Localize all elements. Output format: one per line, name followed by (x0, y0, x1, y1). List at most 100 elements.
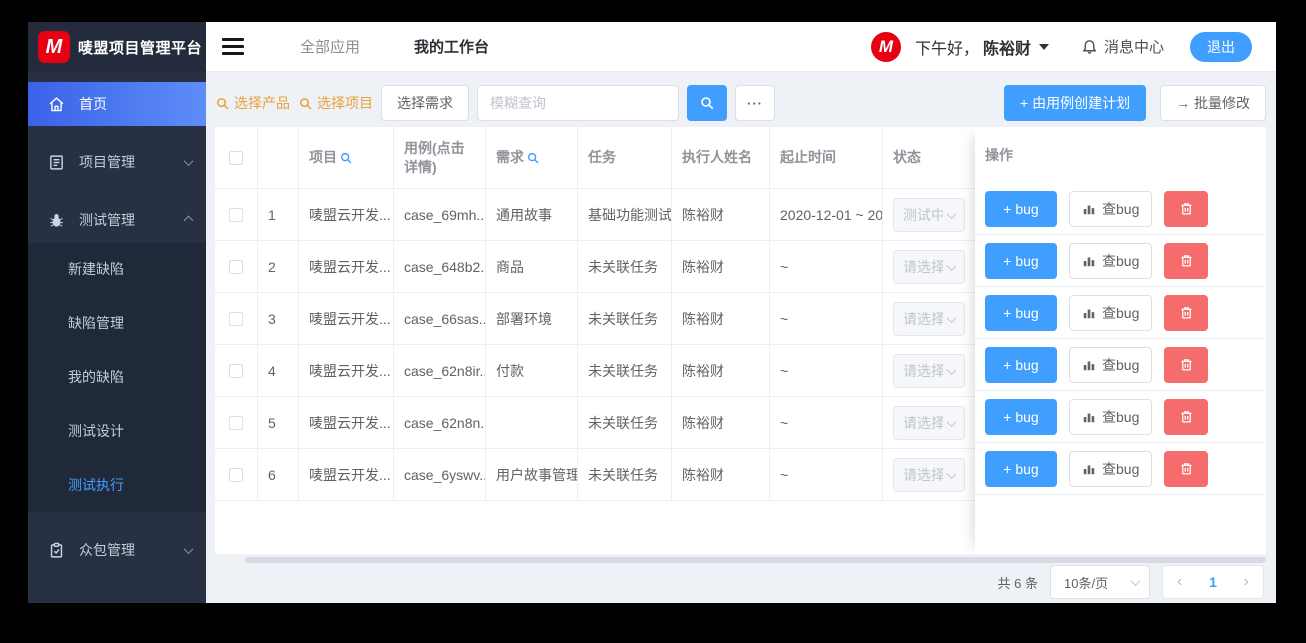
status-select[interactable]: 请选择 (893, 405, 965, 440)
total-count-label: 共 6 条 (997, 575, 1038, 591)
sidebar-item-home[interactable]: 首页 (28, 82, 206, 126)
row-checkbox[interactable] (229, 467, 243, 482)
next-page-button[interactable]: › (1244, 574, 1249, 590)
pager: ‹ 1 › (1162, 565, 1264, 599)
clipboard-check-icon (50, 542, 63, 558)
sidebar-item-crowdsourcing[interactable]: 众包管理 (28, 528, 206, 572)
username: 陈裕财 (982, 40, 1031, 58)
view-bug-button[interactable]: 查bug (1069, 450, 1153, 487)
add-bug-button[interactable]: + bug (985, 190, 1057, 227)
search-button[interactable] (687, 85, 727, 121)
row-checkbox[interactable] (229, 363, 243, 378)
add-bug-button[interactable]: + bug (985, 450, 1057, 487)
cell-case-link[interactable]: case_6yswv... (394, 449, 486, 500)
cell-case-link[interactable]: case_66sas... (394, 293, 486, 344)
view-bug-button[interactable]: 查bug (1069, 190, 1153, 227)
add-bug-button[interactable]: + bug (985, 398, 1057, 435)
requirement-search-icon[interactable] (526, 151, 540, 165)
sidebar-subitem-test-execution[interactable]: 测试执行 (28, 458, 206, 512)
delete-button[interactable] (1164, 346, 1209, 383)
create-plan-button[interactable]: + 由用例创建计划 (1004, 85, 1147, 121)
hamburger-menu-icon[interactable] (222, 38, 244, 55)
select-requirement-button[interactable]: 选择需求 (381, 85, 469, 121)
col-operations: 操作 (985, 147, 1013, 163)
add-bug-button[interactable]: + bug (985, 242, 1057, 279)
select-product-link[interactable]: 选择产品 (215, 93, 290, 113)
bar-chart-icon (1083, 309, 1095, 318)
sidebar-item-project-mgmt[interactable]: 项目管理 (28, 140, 206, 184)
chevron-up-icon (183, 215, 194, 225)
sidebar-subitem-my-defects[interactable]: 我的缺陷 (28, 350, 206, 404)
cell-index: 5 (258, 397, 299, 448)
delete-button[interactable] (1164, 450, 1209, 487)
search-input[interactable] (477, 85, 679, 121)
cell-time: ~ (770, 293, 883, 344)
status-select[interactable]: 请选择 (893, 249, 965, 284)
batch-edit-button[interactable]: → 批量修改 (1160, 85, 1266, 121)
trash-icon (1181, 411, 1192, 423)
sidebar-subitem-defect-mgmt[interactable]: 缺陷管理 (28, 296, 206, 350)
cell-case-link[interactable]: case_62n8ir... (394, 345, 486, 396)
add-bug-button[interactable]: + bug (985, 294, 1057, 331)
view-bug-label: 查bug (1102, 304, 1140, 321)
add-bug-button[interactable]: + bug (985, 346, 1057, 383)
main-area: 全部应用 我的工作台 M 下午好， 陈裕财 消息中心 退出 选择产品 选择项目 … (206, 22, 1276, 603)
bar-chart-icon (1083, 413, 1095, 422)
select-project-link[interactable]: 选择项目 (298, 93, 373, 113)
status-select[interactable]: 请选择 (893, 353, 965, 388)
cell-case-link[interactable]: case_648b2... (394, 241, 486, 292)
row-checkbox[interactable] (229, 207, 243, 222)
chevron-down-icon (946, 260, 957, 271)
view-bug-button[interactable]: 查bug (1069, 294, 1153, 331)
cell-task: 未关联任务 (578, 449, 672, 500)
select-all-checkbox[interactable] (229, 150, 243, 165)
cell-time: 2020-12-01 ~ 20 (770, 189, 883, 240)
view-bug-button[interactable]: 查bug (1069, 398, 1153, 435)
trash-icon (1181, 359, 1192, 371)
subitem-label: 我的缺陷 (68, 369, 124, 385)
sidebar-subitem-new-defect[interactable]: 新建缺陷 (28, 242, 206, 296)
status-select[interactable]: 测试中 (893, 197, 965, 232)
cell-task: 未关联任务 (578, 397, 672, 448)
view-bug-label: 查bug (1102, 252, 1140, 269)
project-search-icon[interactable] (339, 151, 353, 165)
cell-case-link[interactable]: case_69mh... (394, 189, 486, 240)
user-avatar[interactable]: M (870, 31, 901, 62)
row-checkbox[interactable] (229, 415, 243, 430)
delete-button[interactable] (1164, 242, 1209, 279)
scrollbar-thumb[interactable] (245, 557, 1266, 563)
user-greeting[interactable]: 下午好， 陈裕财 (915, 35, 1049, 59)
operations-row: + bug 查bug (975, 235, 1266, 287)
view-bug-label: 查bug (1102, 408, 1140, 425)
cell-case-link[interactable]: case_62n8n... (394, 397, 486, 448)
prev-page-button[interactable]: ‹ (1177, 574, 1182, 590)
more-filters-button[interactable]: ··· (735, 85, 775, 121)
tab-all-apps[interactable]: 全部应用 (300, 36, 360, 57)
cell-task: 未关联任务 (578, 293, 672, 344)
sidebar-item-label: 众包管理 (79, 542, 135, 558)
status-select[interactable]: 请选择 (893, 301, 965, 336)
logout-button[interactable]: 退出 (1190, 31, 1252, 62)
tab-my-workbench[interactable]: 我的工作台 (414, 36, 489, 57)
current-page-button[interactable]: 1 (1209, 574, 1217, 590)
sidebar-subitem-test-design[interactable]: 测试设计 (28, 404, 206, 458)
cell-task: 基础功能测试 (578, 189, 672, 240)
delete-button[interactable] (1164, 398, 1209, 435)
row-checkbox[interactable] (229, 259, 243, 274)
delete-button[interactable] (1164, 294, 1209, 331)
cell-project: 唛盟云开发... (299, 397, 394, 448)
status-select[interactable]: 请选择 (893, 457, 965, 492)
ellipsis-icon: ··· (747, 95, 763, 111)
app-logo-icon: M (38, 31, 70, 63)
delete-button[interactable] (1164, 190, 1209, 227)
view-bug-button[interactable]: 查bug (1069, 242, 1153, 279)
sidebar-item-test-mgmt[interactable]: 测试管理 (28, 198, 206, 242)
cell-time: ~ (770, 397, 883, 448)
view-bug-button[interactable]: 查bug (1069, 346, 1153, 383)
row-checkbox[interactable] (229, 311, 243, 326)
cell-index: 3 (258, 293, 299, 344)
message-center-link[interactable]: 消息中心 (1081, 36, 1164, 57)
page-size-select[interactable]: 10条/页 (1050, 565, 1150, 599)
sidebar-item-partial[interactable] (28, 598, 206, 603)
horizontal-scrollbar[interactable] (215, 557, 1266, 563)
